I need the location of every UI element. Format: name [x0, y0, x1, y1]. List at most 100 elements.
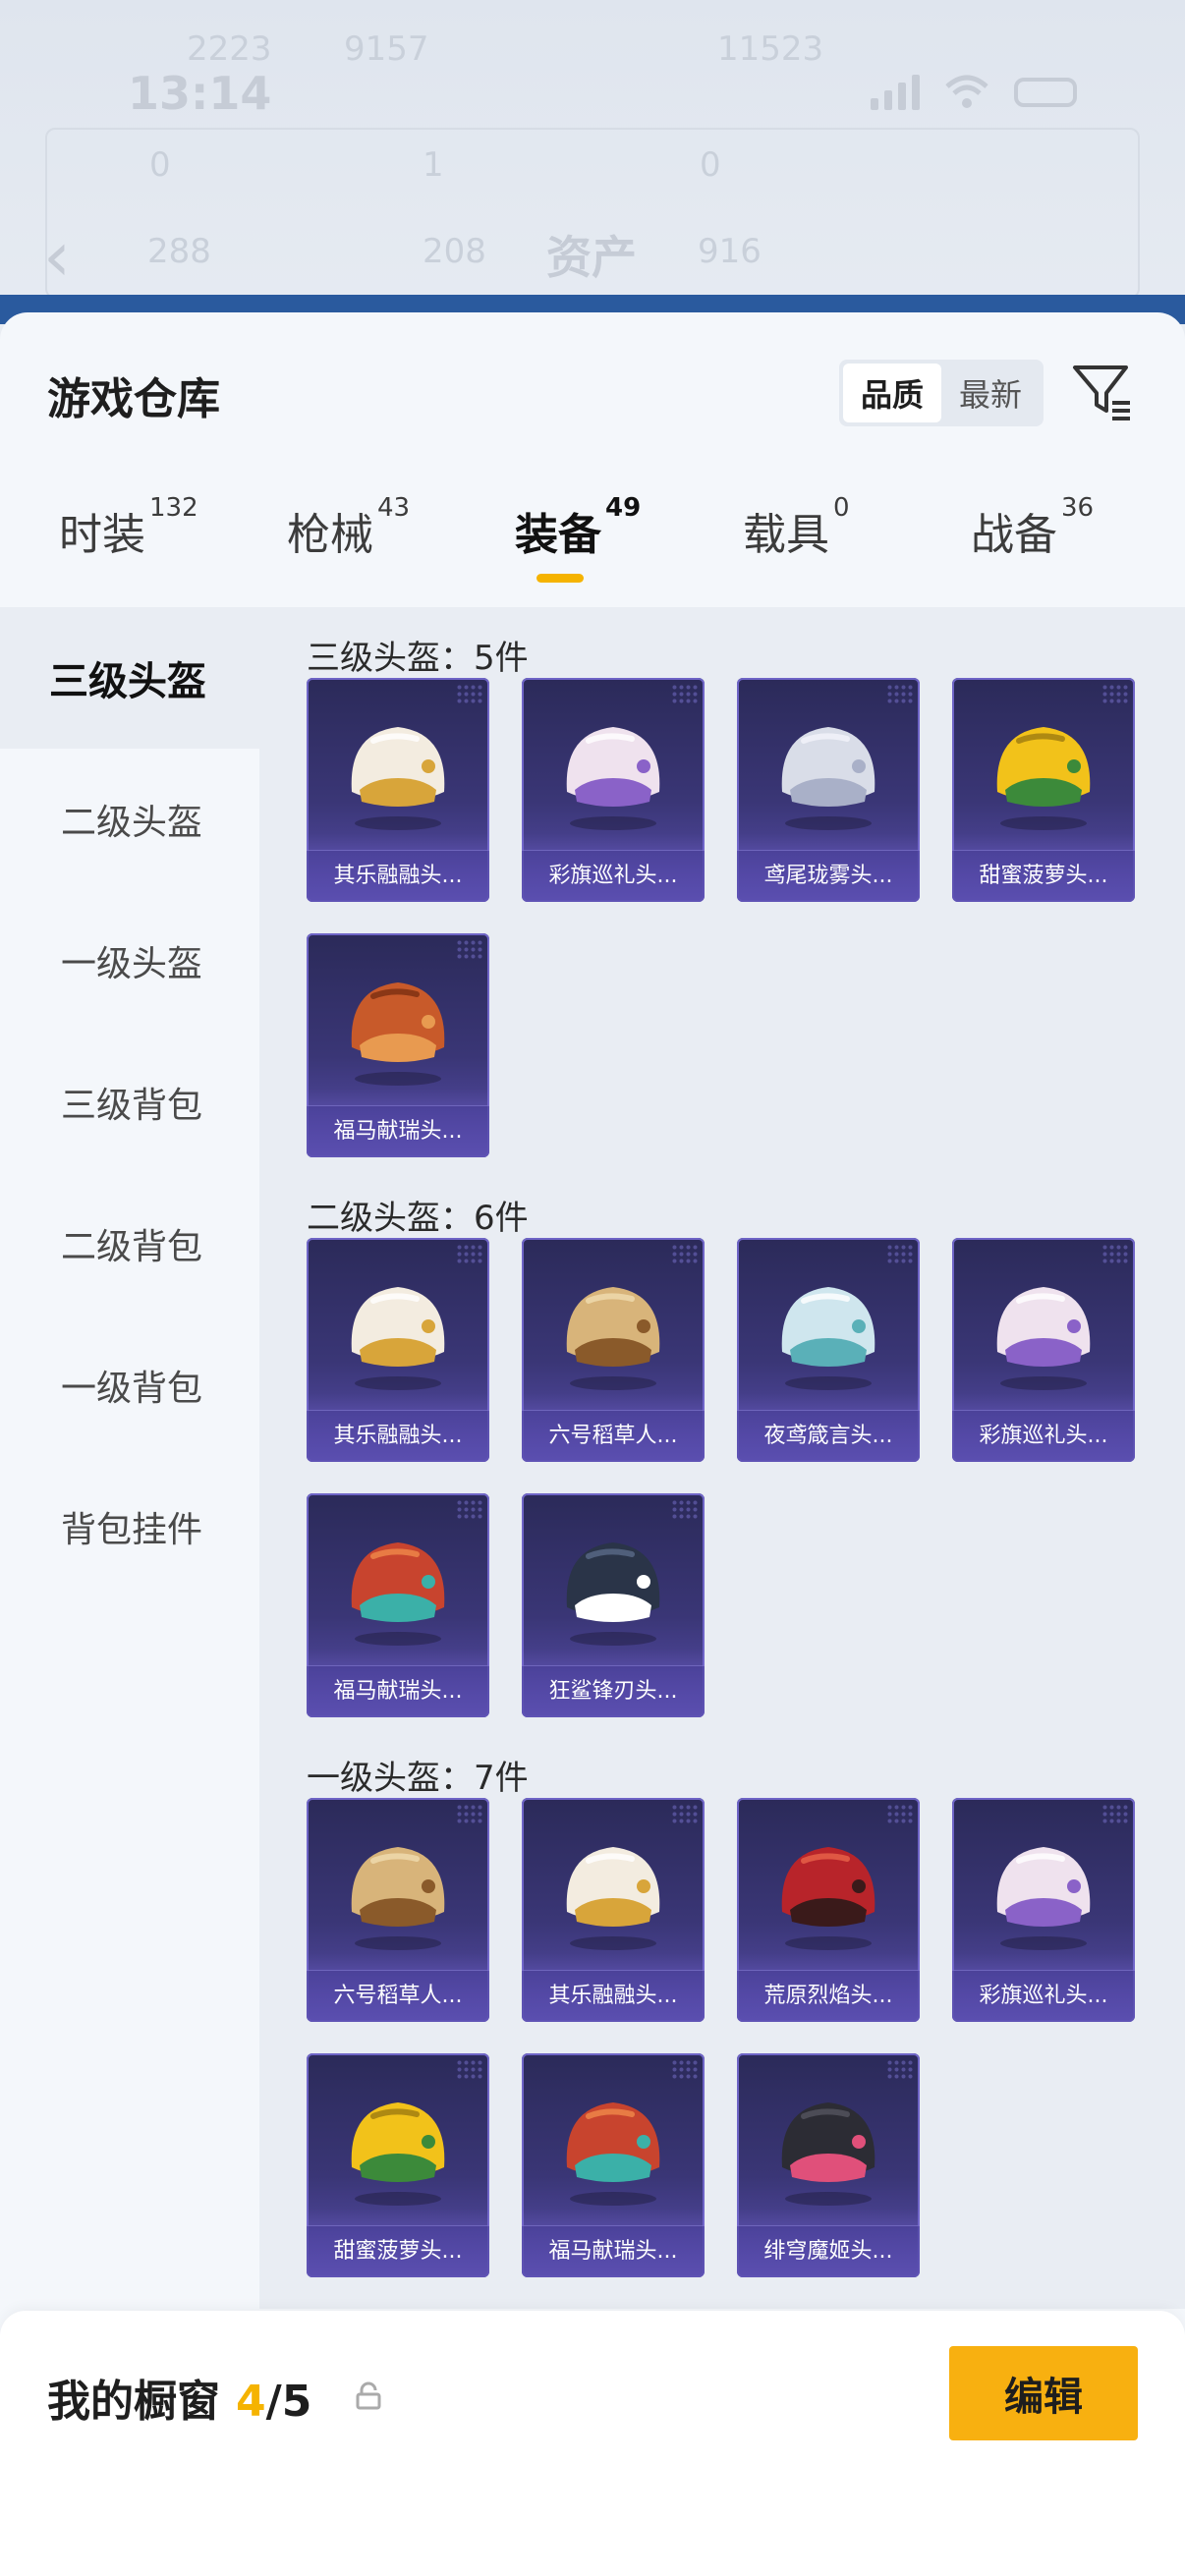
sidebar-item-helmet-lv1[interactable]: 一级头盔 [0, 890, 259, 1032]
item-card[interactable]: 绯穹魔姬头... [737, 2053, 920, 2277]
tab-label: 战备 [971, 510, 1057, 560]
showcase-footer: 我的橱窗 4/5 编辑 [0, 2311, 1185, 2576]
tab-count: 36 [1061, 493, 1095, 523]
card-pattern [886, 2059, 914, 2081]
helmet-icon [996, 1287, 1091, 1390]
bg-stat: 208 [423, 232, 486, 271]
bg-stat: 2223 [187, 29, 272, 69]
sort-toggle: 品质 最新 [839, 360, 1044, 426]
section-title: 一级头盔：7件 [307, 1759, 529, 1798]
helmet-icon [566, 1847, 660, 1950]
helmet-icon [996, 727, 1091, 830]
item-name: 福马献瑞头... [307, 1105, 489, 1157]
item-name: 六号稻草人... [522, 1410, 705, 1462]
item-card[interactable]: 彩旗巡礼头... [522, 678, 705, 902]
item-card[interactable]: 甜蜜菠萝头... [952, 678, 1135, 902]
sidebar-item-backpack-lv2[interactable]: 二级背包 [0, 1173, 259, 1315]
item-name: 其乐融融头... [307, 850, 489, 902]
section-title: 二级头盔：6件 [307, 1199, 529, 1238]
item-name: 彩旗巡礼头... [522, 850, 705, 902]
showcase-current: 4 [236, 2377, 266, 2427]
item-name: 鸢尾珑雾头... [737, 850, 920, 902]
bg-stat: 1 [423, 145, 444, 185]
card-pattern [671, 1499, 699, 1521]
edit-button[interactable]: 编辑 [949, 2346, 1138, 2440]
sidebar-item-backpack-lv3[interactable]: 三级背包 [0, 1032, 259, 1173]
warehouse-panel: 游戏仓库 品质 最新 时装132 枪械43 装备49 载具0 战备36 三级头盔… [0, 312, 1185, 2576]
item-card[interactable]: 六号稻草人... [522, 1238, 705, 1462]
card-pattern [671, 1244, 699, 1265]
sort-newest-button[interactable]: 最新 [941, 364, 1040, 422]
helmet-icon [566, 2102, 660, 2206]
helmet-icon [996, 1847, 1091, 1950]
panel-title: 游戏仓库 [47, 374, 220, 424]
item-card[interactable]: 彩旗巡礼头... [952, 1238, 1135, 1462]
helmet-icon [351, 982, 445, 1086]
tab-count: 0 [833, 493, 850, 523]
sidebar-item-helmet-lv3[interactable]: 三级头盔 [0, 607, 259, 749]
card-pattern [671, 1804, 699, 1825]
showcase-title: 我的橱窗 4/5 [47, 2366, 311, 2429]
sidebar-item-backpack-charm[interactable]: 背包挂件 [0, 1456, 259, 1597]
card-pattern [671, 684, 699, 705]
item-card[interactable]: 甜蜜菠萝头... [307, 2053, 489, 2277]
helmet-icon [351, 1847, 445, 1950]
section-title: 三级头盔：5件 [307, 639, 529, 678]
sort-quality-button[interactable]: 品质 [843, 364, 941, 422]
card-pattern [456, 939, 483, 961]
helmet-icon [566, 1542, 660, 1646]
item-name: 狂鲨锋刃头... [522, 1665, 705, 1717]
showcase-count: 4/5 [236, 2377, 311, 2427]
helmet-icon [781, 1287, 875, 1390]
item-card[interactable]: 其乐融融头... [522, 1798, 705, 2022]
item-name: 绯穹魔姬头... [737, 2225, 920, 2277]
tab-guns[interactable]: 枪械43 [287, 493, 410, 562]
status-icons [871, 75, 1077, 110]
helmet-icon [351, 1542, 445, 1646]
filter-icon[interactable] [1071, 360, 1134, 422]
back-chevron-icon[interactable]: ‹ [43, 216, 71, 297]
signal-icon [871, 75, 920, 110]
item-card[interactable]: 荒原烈焰头... [737, 1798, 920, 2022]
helmet-icon [351, 1287, 445, 1390]
item-card[interactable]: 彩旗巡礼头... [952, 1798, 1135, 2022]
tab-active-indicator [536, 574, 584, 583]
sidebar-item-helmet-lv2[interactable]: 二级头盔 [0, 749, 259, 890]
content-area: 三级头盔 二级头盔 一级头盔 三级背包 二级背包 一级背包 背包挂件 三级头盔：… [0, 607, 1185, 2309]
card-pattern [886, 684, 914, 705]
item-card[interactable]: 其乐融融头... [307, 678, 489, 902]
tab-label: 时装 [59, 510, 145, 560]
item-name: 福马献瑞头... [522, 2225, 705, 2277]
item-card[interactable]: 鸢尾珑雾头... [737, 678, 920, 902]
item-name: 夜鸢箴言头... [737, 1410, 920, 1462]
item-card[interactable]: 福马献瑞头... [307, 933, 489, 1157]
helmet-icon [781, 2102, 875, 2206]
item-name: 其乐融融头... [522, 1970, 705, 2022]
subcategory-sidebar: 三级头盔 二级头盔 一级头盔 三级背包 二级背包 一级背包 背包挂件 [0, 607, 259, 2309]
helmet-icon [351, 727, 445, 830]
card-pattern [456, 1244, 483, 1265]
item-card[interactable]: 狂鲨锋刃头... [522, 1493, 705, 1717]
tab-supplies[interactable]: 战备36 [971, 493, 1094, 562]
card-pattern [886, 1244, 914, 1265]
bg-stat: 0 [149, 145, 171, 185]
item-name: 福马献瑞头... [307, 1665, 489, 1717]
card-pattern [671, 2059, 699, 2081]
item-card[interactable]: 夜鸢箴言头... [737, 1238, 920, 1462]
bg-stat: 11523 [717, 29, 824, 69]
item-name: 彩旗巡礼头... [952, 1970, 1135, 2022]
card-pattern [456, 2059, 483, 2081]
tab-vehicles[interactable]: 载具0 [743, 493, 850, 562]
item-card[interactable]: 六号稻草人... [307, 1798, 489, 2022]
item-card[interactable]: 福马献瑞头... [307, 1493, 489, 1717]
tab-equipment[interactable]: 装备49 [515, 493, 641, 562]
bg-page-title: 资产 [546, 231, 637, 284]
tab-fashion[interactable]: 时装132 [59, 493, 198, 562]
helmet-icon [566, 1287, 660, 1390]
showcase-label: 我的橱窗 [47, 2377, 220, 2427]
sidebar-item-backpack-lv1[interactable]: 一级背包 [0, 1315, 259, 1456]
item-card[interactable]: 其乐融融头... [307, 1238, 489, 1462]
status-time: 13:14 [128, 67, 272, 120]
helmet-icon [566, 727, 660, 830]
item-card[interactable]: 福马献瑞头... [522, 2053, 705, 2277]
